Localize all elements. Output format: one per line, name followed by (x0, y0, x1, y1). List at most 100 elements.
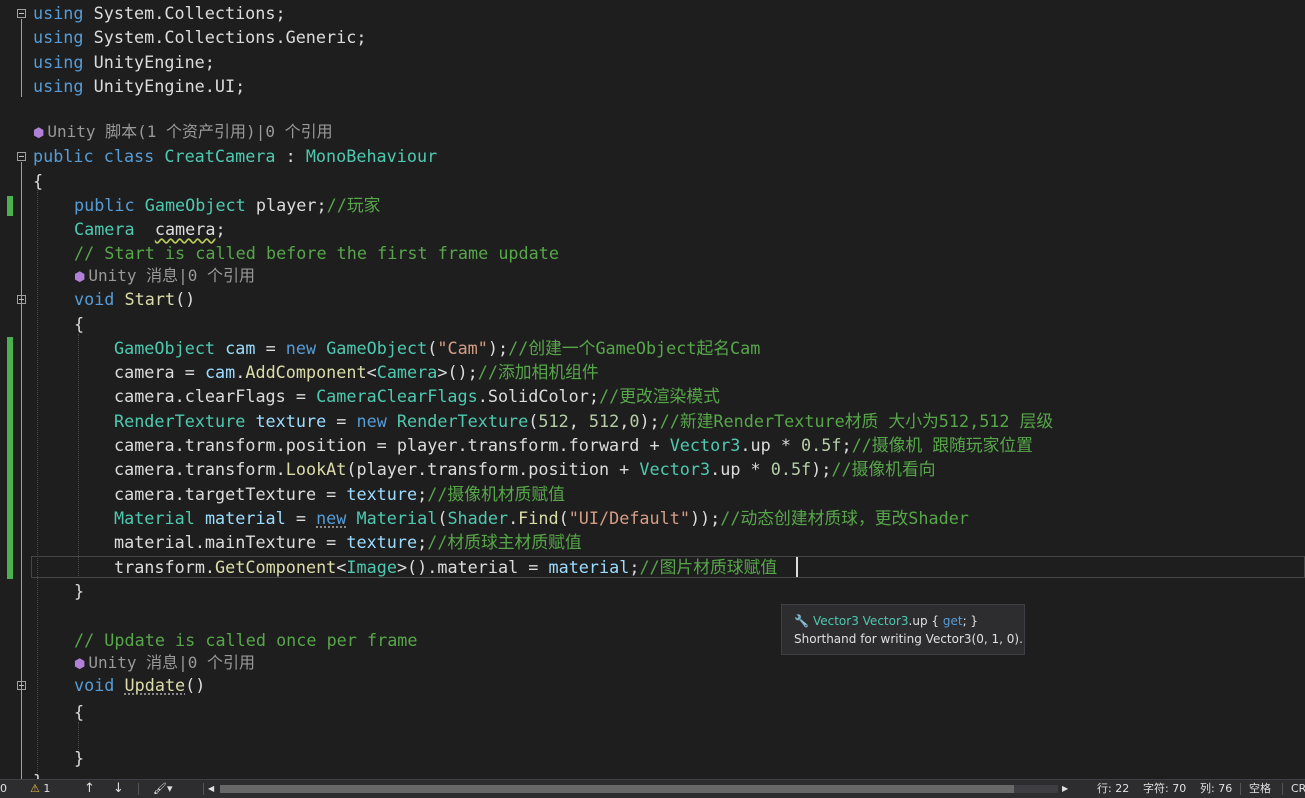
number: 0.5f (801, 435, 842, 455)
keyword: using (33, 3, 84, 23)
identifier: camera.targetTexture = (114, 484, 347, 504)
code-line[interactable]: // Update is called once per frame (74, 628, 418, 652)
codelens-text: Unity 脚本(1 个资产引用)|0 个引用 (47, 122, 333, 141)
scroll-left-icon[interactable]: ◀ (208, 780, 214, 798)
codelens-class[interactable]: ⬢ Unity 脚本(1 个资产引用)|0 个引用 (33, 120, 333, 144)
comment: //添加相机组件 (477, 362, 599, 382)
code-line[interactable]: Camera camera; (74, 217, 226, 241)
arrow-down-icon[interactable]: ↓ (113, 780, 124, 798)
identifier: camera (114, 362, 175, 382)
keyword: void (74, 675, 115, 695)
identifier: transform. (114, 557, 216, 577)
type: Material (356, 508, 438, 528)
brush-icon[interactable]: 🖌▾ (153, 780, 173, 798)
code-line[interactable]: camera = cam.AddComponent<Camera>();//添加… (114, 360, 599, 384)
brace: { (74, 702, 85, 722)
code-line-current[interactable]: transform.GetComponent<Image>().material… (114, 555, 777, 579)
line-number[interactable]: 行: 22 (1097, 780, 1129, 798)
keyword: using (33, 76, 84, 96)
punct: ); (811, 459, 832, 479)
separator (1282, 783, 1283, 795)
method-name: Update (124, 675, 186, 695)
arrow-up-icon[interactable]: ↑ (84, 780, 95, 798)
punct: ( (558, 508, 569, 528)
indent-mode[interactable]: 空格 (1249, 780, 1271, 798)
code-line[interactable]: { (74, 312, 84, 336)
keyword: new (316, 508, 347, 528)
code-line[interactable]: // Start is called before the first fram… (74, 241, 559, 265)
unity-icon: ⬢ (74, 270, 86, 285)
fold-toggle-usings[interactable] (17, 9, 26, 18)
code-line[interactable]: public class CreatCamera : MonoBehaviour (33, 144, 437, 168)
codelens-start[interactable]: ⬢ Unity 消息|0 个引用 (74, 264, 255, 288)
tooltip-member-type[interactable]: Vector3 (863, 614, 909, 628)
fold-toggle-start[interactable] (17, 295, 26, 304)
identifier: >().material = (396, 557, 549, 577)
code-line[interactable]: { (33, 169, 43, 193)
column-number[interactable]: 列: 76 (1200, 780, 1232, 798)
keyword: using (33, 27, 84, 47)
code-line[interactable]: Material material = new Material(Shader.… (114, 506, 969, 530)
tooltip-punct: ; } (962, 614, 979, 628)
code-line[interactable]: camera.targetTexture = texture;//摄像机材质赋值 (114, 482, 565, 506)
punct: . (508, 508, 519, 528)
line-ending[interactable]: CR (1291, 780, 1305, 798)
scroll-right-icon[interactable]: ▶ (1062, 780, 1068, 798)
codelens-text: Unity 消息|0 个引用 (88, 266, 256, 285)
code-line[interactable]: } (74, 579, 84, 603)
error-count[interactable]: 0 (0, 780, 7, 798)
code-line[interactable]: void Update() (74, 673, 205, 697)
type: GameObject (114, 338, 216, 358)
codelens-update[interactable]: ⬢ Unity 消息|0 个引用 (74, 651, 255, 675)
fold-toggle-update[interactable] (17, 681, 26, 690)
op: = (285, 508, 317, 528)
code-line[interactable]: RenderTexture texture = new RenderTextur… (114, 409, 1053, 433)
code-line[interactable]: { (74, 700, 84, 724)
method-name: Find (518, 508, 559, 528)
punct: ( (427, 338, 438, 358)
class-name: CreatCamera (164, 146, 276, 166)
tooltip-accessor: get (942, 614, 963, 628)
code-line[interactable]: void Start() (74, 287, 195, 311)
code-line[interactable]: using System.Collections; (33, 1, 286, 25)
type: Camera (376, 362, 438, 382)
code-line[interactable]: camera.clearFlags = CameraClearFlags.Sol… (114, 384, 720, 408)
type: Camera (74, 219, 135, 239)
code-line[interactable]: camera.transform.LookAt(player.transform… (114, 457, 936, 481)
warning-indicator[interactable]: ⚠ 1 (30, 780, 50, 798)
code-line[interactable]: GameObject cam = new GameObject("Cam");/… (114, 336, 760, 360)
brace: } (33, 771, 43, 779)
code-line[interactable]: } (33, 769, 43, 779)
punct: : (275, 146, 306, 166)
base-class: MonoBehaviour (305, 146, 438, 166)
char-number[interactable]: 字符: 70 (1143, 780, 1186, 798)
punct: ( (437, 508, 448, 528)
namespace: System.Collections.Generic; (83, 27, 367, 47)
code-line[interactable]: using UnityEngine; (33, 50, 215, 74)
code-line[interactable]: public GameObject player;//玩家 (74, 193, 380, 217)
punct: ( (528, 411, 539, 431)
code-editor[interactable]: using System.Collections; using System.C… (0, 0, 1305, 779)
punct: () (175, 289, 196, 309)
code-line[interactable]: using System.Collections.Generic; (33, 25, 366, 49)
code-line[interactable]: } (74, 746, 84, 770)
horizontal-scrollbar[interactable] (220, 785, 1058, 793)
code-line[interactable]: material.mainTexture = texture;//材质球主材质赋… (114, 530, 582, 554)
punct: >(); (437, 362, 478, 382)
code-line[interactable]: using UnityEngine.UI; (33, 74, 245, 98)
code-line[interactable]: camera.transform.position = player.trans… (114, 433, 1033, 457)
brace: { (33, 171, 44, 191)
identifier-warning[interactable]: camera (155, 219, 216, 239)
scroll-thumb[interactable] (220, 785, 1014, 793)
unity-icon: ⬢ (33, 126, 45, 141)
keyword: new (356, 411, 387, 431)
wrench-icon: 🔧 (794, 614, 809, 628)
punct: < (366, 362, 377, 382)
comment: //摄像机看向 (831, 459, 936, 479)
comment: //新建RenderTexture材质 大小为512,512 层级 (659, 411, 1054, 431)
fold-toggle-class[interactable] (17, 152, 26, 161)
tooltip-type[interactable]: Vector3 (813, 614, 859, 628)
type: GameObject (326, 338, 428, 358)
